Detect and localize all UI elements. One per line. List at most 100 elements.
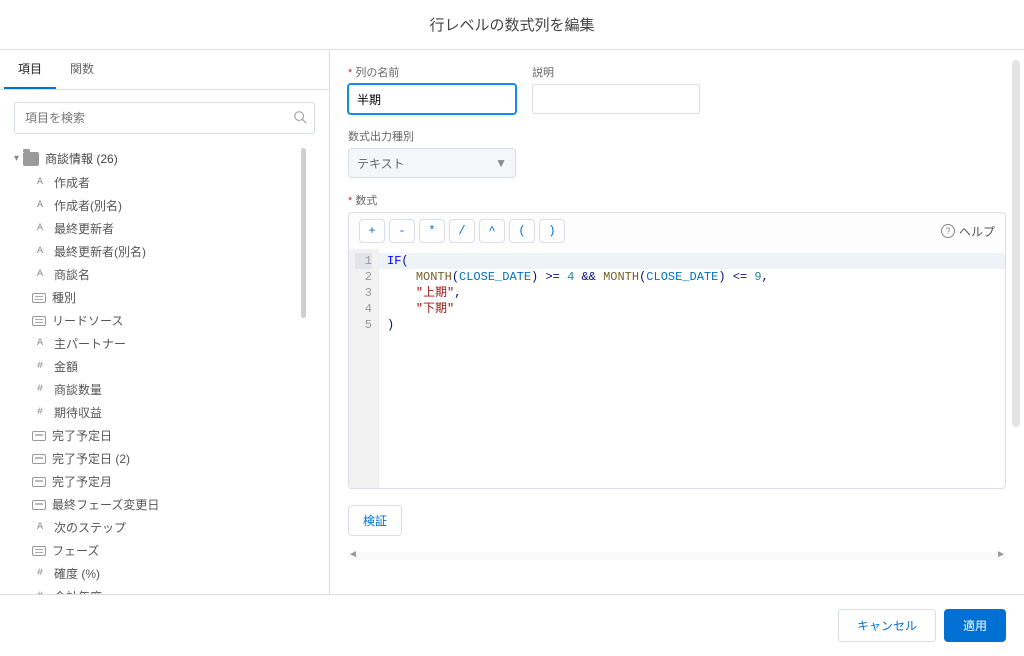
col-name-input[interactable] [348,84,516,114]
folder-icon [23,152,39,166]
output-type-label: 数式出力種別 [348,128,516,144]
field-label: 最終更新者 [54,220,114,237]
field-item[interactable]: A 次のステップ [32,516,315,539]
field-label: 次のステップ [54,519,126,536]
field-label: 期待収益 [54,404,102,421]
field-type-icon: # [32,384,48,395]
formula-editor[interactable]: 12345 IF( MONTH(CLOSE_DATE) >= 4 && MONT… [348,249,1006,489]
tree-scrollbar[interactable] [299,146,309,594]
field-item[interactable]: #会計年度 [32,585,315,594]
field-item[interactable]: # 期待収益 [32,401,315,424]
field-item[interactable]: 最終フェーズ変更日 [32,493,315,516]
field-label: フェーズ [52,542,99,559]
field-label: 確度 (%) [54,565,100,582]
field-type-icon: # [32,361,48,372]
horizontal-scrollbar[interactable]: ◄ ► [348,546,1006,564]
dialog-title: 行レベルの数式列を編集 [0,0,1024,50]
field-item[interactable]: # 金額 [32,355,315,378]
field-type-icon [32,454,46,464]
field-item[interactable]: リードソース [32,309,315,332]
line-number: 4 [355,301,372,317]
caret-down-icon: ▾ [14,153,19,164]
chevron-down-icon: ▼ [495,156,507,170]
field-type-icon [32,500,46,510]
code-line[interactable]: MONTH(CLOSE_DATE) >= 4 && MONTH(CLOSE_DA… [387,269,997,285]
operator-button[interactable]: * [419,219,445,243]
tab-fields[interactable]: 項目 [4,50,56,89]
field-item[interactable]: 完了予定日 (2) [32,447,315,470]
field-type-icon: A [32,338,48,349]
field-label: 作成者 [54,174,90,191]
field-type-icon: # [32,407,48,418]
help-link[interactable]: ? ヘルプ [941,223,995,240]
apply-button[interactable]: 適用 [944,609,1006,642]
field-type-icon [32,477,46,487]
line-number: 2 [355,269,372,285]
tree-group-header[interactable]: ▾ 商談情報 (26) [14,146,315,171]
field-item[interactable]: # 商談数量 [32,378,315,401]
operator-button[interactable]: + [359,219,385,243]
description-label: 説明 [532,64,700,80]
field-type-icon: A [32,177,48,188]
field-label: 最終更新者(別名) [54,243,146,260]
field-item[interactable]: A作成者(別名) [32,194,315,217]
field-label: 商談数量 [54,381,102,398]
scroll-left-icon: ◄ [348,549,358,560]
code-line[interactable]: "下期" [387,301,997,317]
operator-button[interactable]: ( [509,219,535,243]
field-item[interactable]: 種別 [32,286,315,309]
field-type-icon [32,546,46,556]
field-type-icon [32,293,46,303]
field-label: 最終フェーズ変更日 [52,496,159,513]
description-input[interactable] [532,84,700,114]
field-tree[interactable]: ▾ 商談情報 (26) A作成者A作成者(別名)A最終更新者A最終更新者(別名)… [0,146,329,594]
field-item[interactable]: A商談名 [32,263,315,286]
field-label: 完了予定日 [52,427,112,444]
code-line[interactable]: "上期", [387,285,997,301]
field-type-icon [32,431,46,441]
field-label: 金額 [54,358,78,375]
output-type-select[interactable]: テキスト ▼ [348,148,516,178]
field-label: 完了予定月 [52,473,112,490]
right-scrollbar[interactable] [1012,60,1020,584]
left-pane: 項目 関数 ▾ 商談情報 (26) A作成者A作成者(別名)A最終更新者A最終更… [0,50,330,594]
field-type-icon: # [32,568,48,579]
field-item[interactable]: 完了予定月 [32,470,315,493]
field-item[interactable]: A主パートナー [32,332,315,355]
field-item[interactable]: # 確度 (%) [32,562,315,585]
search-icon [293,110,307,127]
field-type-icon: A [32,522,48,533]
operator-button[interactable]: / [449,219,475,243]
field-item[interactable]: 完了予定日 [32,424,315,447]
tabs: 項目 関数 [0,50,329,90]
code-line[interactable]: IF( [379,253,1005,269]
tree-group-label: 商談情報 (26) [45,150,118,167]
search-input[interactable] [14,102,315,134]
tab-functions[interactable]: 関数 [56,50,108,89]
output-type-value: テキスト [357,155,405,172]
operator-button[interactable]: - [389,219,415,243]
validate-button[interactable]: 検証 [348,505,402,536]
help-icon: ? [941,224,955,238]
field-label: リードソース [52,312,123,329]
field-label: 種別 [52,289,76,306]
field-label: 完了予定日 (2) [52,450,130,467]
field-type-icon: A [32,246,48,257]
formula-label: 数式 [348,195,377,207]
right-pane: 列の名前 説明 数式出力種別 テキスト ▼ 数式 +-*/^() [330,50,1024,594]
field-item[interactable]: A 作成者 [32,171,315,194]
field-item[interactable]: A 最終更新者 [32,217,315,240]
field-item[interactable]: フェーズ [32,539,315,562]
operator-button[interactable]: ) [539,219,565,243]
code-line[interactable]: ) [387,317,997,333]
field-label: 会計年度 [54,588,102,594]
col-name-label: 列の名前 [348,64,516,80]
formula-toolbar: +-*/^() ? ヘルプ [348,212,1006,249]
field-type-icon: A [32,223,48,234]
help-label: ヘルプ [959,223,995,240]
cancel-button[interactable]: キャンセル [838,609,936,642]
field-type-icon: A [32,200,48,211]
line-number: 1 [355,253,372,269]
operator-button[interactable]: ^ [479,219,505,243]
field-item[interactable]: A 最終更新者(別名) [32,240,315,263]
